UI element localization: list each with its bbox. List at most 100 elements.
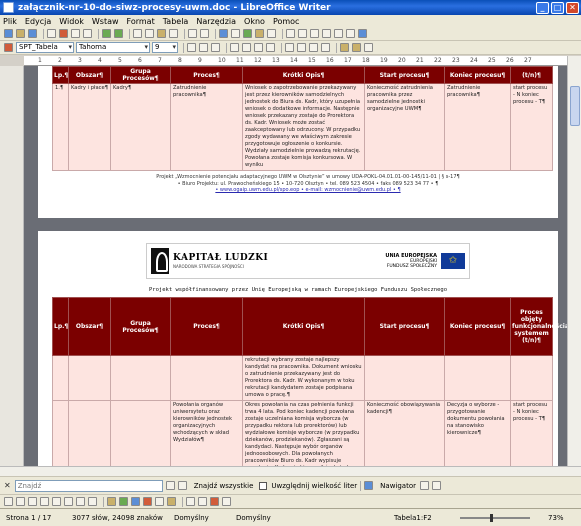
gallery-icon[interactable] bbox=[310, 29, 319, 38]
rectangle-icon[interactable] bbox=[28, 497, 37, 506]
menu-narzedzia[interactable]: Narzędzia bbox=[196, 17, 236, 26]
header-grupa[interactable]: Grupa Procesów¶ bbox=[110, 297, 171, 356]
print-preview-icon[interactable] bbox=[83, 29, 92, 38]
callouts-icon[interactable] bbox=[155, 497, 164, 506]
header-system[interactable]: (t/n)¶ bbox=[510, 66, 553, 84]
cell-grupa[interactable] bbox=[110, 355, 171, 401]
horizontal-scrollbar[interactable] bbox=[0, 466, 581, 476]
cell-koniec[interactable]: Decyzja o wyborze - przygotowanie dokume… bbox=[444, 400, 511, 466]
navigate-up-icon[interactable] bbox=[420, 481, 430, 490]
bullets-icon[interactable] bbox=[297, 43, 306, 52]
process-table-page2[interactable]: Lp.¶ Obszar¶ Grupa Procesów¶ Proces¶ Kró… bbox=[52, 297, 567, 466]
find-previous-icon[interactable] bbox=[165, 481, 175, 490]
header-koniec[interactable]: Koniec procesu¶ bbox=[444, 297, 511, 356]
underline-icon[interactable] bbox=[211, 43, 220, 52]
document-page-2[interactable]: KAPITAŁ LUDZKI NARODOWA STRATEGIA SPÓJNO… bbox=[38, 231, 567, 466]
menu-format[interactable]: Format bbox=[127, 17, 155, 26]
spellcheck-icon[interactable] bbox=[102, 29, 111, 38]
paragraph-style-combo[interactable]: SPT_Tabela bbox=[16, 42, 74, 53]
navigator-button[interactable]: Nawigator bbox=[380, 482, 416, 490]
cut-icon[interactable] bbox=[133, 29, 142, 38]
cell-proces[interactable]: Powołania organów uniwersytetu oraz kier… bbox=[170, 400, 243, 466]
minimize-button[interactable]: _ bbox=[536, 1, 549, 14]
find-input[interactable] bbox=[14, 479, 163, 492]
header-lp[interactable]: Lp.¶ bbox=[52, 66, 69, 84]
polygon-icon[interactable] bbox=[52, 497, 61, 506]
header-obszar[interactable]: Obszar¶ bbox=[68, 66, 111, 84]
data-sources-icon[interactable] bbox=[322, 29, 331, 38]
chart-icon[interactable] bbox=[255, 29, 264, 38]
align-center-icon[interactable] bbox=[242, 43, 251, 52]
fontwork-icon[interactable] bbox=[198, 497, 207, 506]
cell-start[interactable] bbox=[364, 355, 445, 401]
help-icon[interactable] bbox=[358, 29, 367, 38]
background-color-icon[interactable] bbox=[364, 43, 373, 52]
footer-link[interactable]: • www.ogaip.uwm.edu.pl/spo.eop • e-mail:… bbox=[78, 187, 538, 194]
menu-tabela[interactable]: Tabela bbox=[163, 17, 189, 26]
cell-start[interactable]: Konieczność obowiązywania kadencji¶ bbox=[364, 400, 445, 466]
paste-icon[interactable] bbox=[157, 29, 166, 38]
select-icon[interactable] bbox=[4, 497, 13, 506]
vertical-ruler[interactable] bbox=[0, 66, 24, 466]
cell-start[interactable]: Konieczność zatrudnienia pracownika prze… bbox=[364, 83, 445, 171]
navigate-down-icon[interactable] bbox=[432, 481, 442, 490]
cell-obszar[interactable] bbox=[68, 355, 111, 401]
stars-icon[interactable] bbox=[167, 497, 176, 506]
undo-icon[interactable] bbox=[188, 29, 197, 38]
from-file-icon[interactable] bbox=[210, 497, 219, 506]
header-opis[interactable]: Krótki Opis¶ bbox=[242, 66, 365, 84]
redo-icon[interactable] bbox=[200, 29, 209, 38]
points-icon[interactable] bbox=[186, 497, 195, 506]
text-icon[interactable] bbox=[76, 497, 85, 506]
menu-pomoc[interactable]: Pomoc bbox=[273, 17, 300, 26]
close-button[interactable]: ✕ bbox=[566, 1, 579, 14]
font-size-combo[interactable]: 9 bbox=[152, 42, 178, 53]
font-name-combo[interactable]: Tahoma bbox=[76, 42, 150, 53]
styles-formatting-icon[interactable] bbox=[4, 43, 13, 52]
show-draw-functions-icon[interactable] bbox=[267, 29, 276, 38]
save-icon[interactable] bbox=[28, 29, 37, 38]
image-icon[interactable] bbox=[243, 29, 252, 38]
header-proces[interactable]: Proces¶ bbox=[170, 66, 243, 84]
cell-lp[interactable] bbox=[52, 400, 69, 466]
formatting-marks-icon[interactable] bbox=[334, 29, 343, 38]
cell-proces[interactable]: Zatrudnienie pracownika¶ bbox=[170, 83, 243, 171]
find-replace-icon[interactable] bbox=[286, 29, 295, 38]
cell-koniec[interactable]: Zatrudnienie pracownika¶ bbox=[444, 83, 511, 171]
format-paintbrush-icon[interactable] bbox=[169, 29, 178, 38]
block-arrows-icon[interactable] bbox=[131, 497, 140, 506]
edit-mode-icon[interactable] bbox=[47, 29, 56, 38]
cell-system[interactable]: start procesu - N koniec procesu - T¶ bbox=[510, 83, 553, 171]
menu-okno[interactable]: Okno bbox=[244, 17, 265, 26]
cell-grupa[interactable] bbox=[110, 400, 171, 466]
cell-koniec[interactable] bbox=[444, 355, 511, 401]
close-find-icon[interactable]: ✕ bbox=[4, 481, 11, 490]
bold-icon[interactable] bbox=[187, 43, 196, 52]
header-lp[interactable]: Lp.¶ bbox=[52, 297, 69, 356]
document-page-1[interactable]: Lp.¶ Obszar¶ Grupa Procesów¶ Proces¶ Kró… bbox=[38, 66, 558, 218]
callout-icon[interactable] bbox=[88, 497, 97, 506]
document-workspace[interactable]: Lp.¶ Obszar¶ Grupa Procesów¶ Proces¶ Kró… bbox=[24, 66, 567, 466]
open-icon[interactable] bbox=[16, 29, 25, 38]
decrease-indent-icon[interactable] bbox=[309, 43, 318, 52]
header-koniec[interactable]: Koniec procesu¶ bbox=[444, 66, 511, 84]
cell-grupa[interactable]: Kadry¶ bbox=[110, 83, 171, 171]
header-proces[interactable]: Proces¶ bbox=[170, 297, 243, 356]
cell-obszar[interactable]: Kadry i płace¶ bbox=[68, 83, 111, 171]
increase-indent-icon[interactable] bbox=[321, 43, 330, 52]
cell-system[interactable] bbox=[510, 355, 553, 401]
italic-icon[interactable] bbox=[199, 43, 208, 52]
align-right-icon[interactable] bbox=[254, 43, 263, 52]
cell-opis[interactable]: Okres powołania na czas pełnienia funkcj… bbox=[242, 400, 365, 466]
vertical-scrollbar-thumb[interactable] bbox=[570, 86, 580, 126]
navigator-icon[interactable] bbox=[298, 29, 307, 38]
justify-icon[interactable] bbox=[266, 43, 275, 52]
curve-icon[interactable] bbox=[64, 497, 73, 506]
menu-plik[interactable]: Plik bbox=[3, 17, 17, 26]
vertical-scrollbar[interactable] bbox=[567, 56, 581, 466]
zoom-icon[interactable] bbox=[346, 29, 355, 38]
header-start[interactable]: Start procesu¶ bbox=[364, 297, 445, 356]
header-start[interactable]: Start procesu¶ bbox=[364, 66, 445, 84]
line-icon[interactable] bbox=[16, 497, 25, 506]
cell-opis[interactable]: rekrutacji wybrany zostaje najlepszy kan… bbox=[242, 355, 365, 401]
